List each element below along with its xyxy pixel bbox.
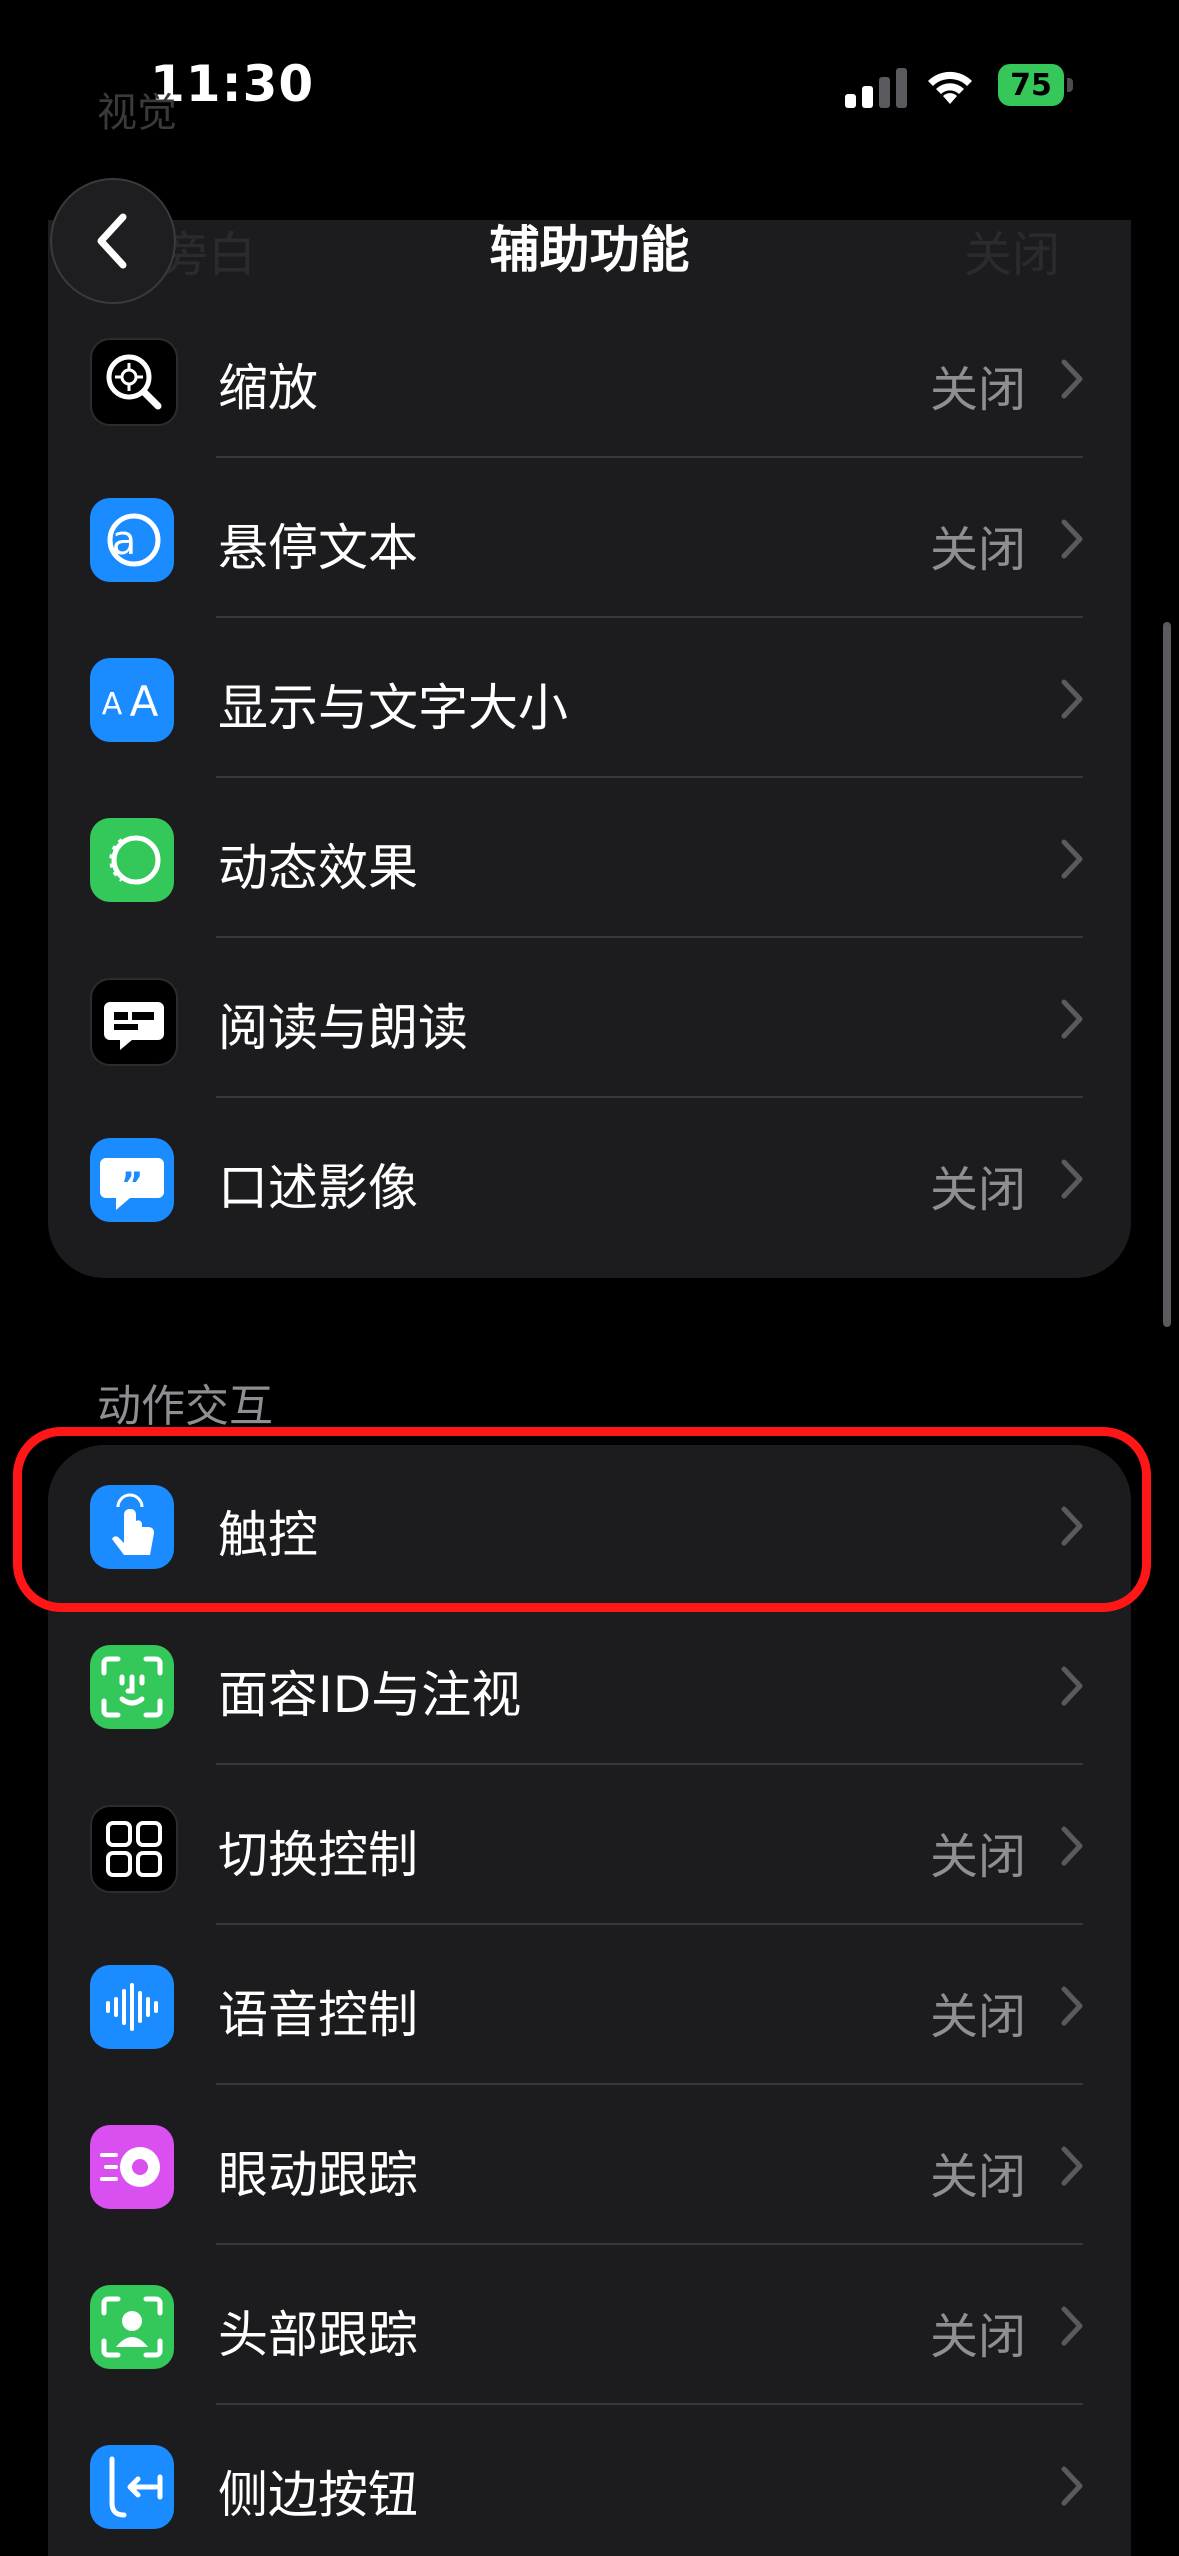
row-label: 悬停文本 bbox=[218, 519, 418, 577]
svg-text:A: A bbox=[130, 677, 159, 726]
row-label: 缩放 bbox=[218, 359, 318, 417]
row-label: 眼动跟踪 bbox=[218, 2146, 418, 2204]
row-label: 面容ID与注视 bbox=[218, 1666, 522, 1724]
head-tracking-icon bbox=[90, 2285, 174, 2369]
scrollbar[interactable] bbox=[1163, 622, 1171, 1327]
row-label: 阅读与朗读 bbox=[218, 999, 468, 1057]
svg-text:A: A bbox=[102, 687, 123, 722]
row-value: 关闭 bbox=[929, 1162, 1026, 1218]
cellular-signal-icon bbox=[845, 68, 907, 108]
row-label: 切换控制 bbox=[218, 1826, 418, 1884]
settings-row-side-button[interactable]: 侧边按钮 bbox=[48, 2405, 1131, 2556]
row-label: 头部跟踪 bbox=[218, 2306, 418, 2364]
chevron-right-icon bbox=[1061, 519, 1083, 559]
interaction-settings-group: 触控 面容ID与注视 切换控制 关闭 语音控制 关闭 眼动跟踪 关闭 头部跟踪 关闭 侧边按钮 bbox=[48, 1445, 1131, 2556]
row-label: 显示与文字大小 bbox=[218, 679, 568, 737]
speech-bubble-icon bbox=[90, 978, 178, 1066]
chevron-right-icon bbox=[1061, 679, 1083, 719]
row-value: 关闭 bbox=[929, 1829, 1026, 1885]
chevron-right-icon bbox=[1061, 1666, 1083, 1706]
settings-row-motion[interactable]: 动态效果 bbox=[48, 778, 1131, 938]
row-value: 关闭 bbox=[929, 1989, 1026, 2045]
chevron-right-icon bbox=[1061, 1986, 1083, 2026]
navigation-bar: 辅助功能 bbox=[0, 170, 1179, 320]
settings-row-speech-bubble[interactable]: 阅读与朗读 bbox=[48, 938, 1131, 1098]
zoom-icon bbox=[90, 338, 178, 426]
text-size-icon: AA bbox=[90, 658, 174, 742]
side-button-icon bbox=[90, 2445, 174, 2529]
settings-row-touch-hand[interactable]: 触控 bbox=[48, 1445, 1131, 1605]
settings-row-face-id[interactable]: 面容ID与注视 bbox=[48, 1605, 1131, 1765]
chevron-right-icon bbox=[1061, 2146, 1083, 2186]
settings-row-hover-text[interactable]: a 悬停文本 关闭 bbox=[48, 458, 1131, 618]
motion-icon bbox=[90, 818, 174, 902]
row-value: 关闭 bbox=[929, 2309, 1026, 2365]
voice-control-icon bbox=[90, 1965, 174, 2049]
row-value: 关闭 bbox=[929, 2149, 1026, 2205]
row-value: 关闭 bbox=[929, 522, 1026, 578]
chevron-right-icon bbox=[1061, 1506, 1083, 1546]
page-title: 辅助功能 bbox=[489, 221, 690, 279]
switch-control-icon bbox=[90, 1805, 178, 1893]
vision-settings-group: 缩放 关闭 a 悬停文本 关闭 A A 显示与文字大小 动态效果 阅读与朗读” 口述影像 关闭 bbox=[48, 220, 1131, 1278]
battery-icon: 75 bbox=[998, 64, 1074, 106]
row-value: 关闭 bbox=[929, 362, 1026, 418]
face-id-icon bbox=[90, 1645, 174, 1729]
svg-text:a: a bbox=[112, 518, 137, 564]
row-label: 触控 bbox=[218, 1506, 318, 1564]
chevron-right-icon bbox=[1061, 359, 1083, 399]
ghost-section-header: 视觉 bbox=[97, 90, 177, 136]
chevron-right-icon bbox=[1061, 2466, 1083, 2506]
section-header-interaction: 动作交互 bbox=[97, 1381, 273, 1432]
row-label: 口述影像 bbox=[218, 1159, 418, 1217]
battery-level: 75 bbox=[998, 64, 1064, 106]
settings-row-audio-description[interactable]: ” 口述影像 关闭 bbox=[48, 1098, 1131, 1258]
settings-row-voice-control[interactable]: 语音控制 关闭 bbox=[48, 1925, 1131, 2085]
hover-text-icon: a bbox=[90, 498, 174, 582]
chevron-right-icon bbox=[1061, 2306, 1083, 2346]
chevron-right-icon bbox=[1061, 999, 1083, 1039]
svg-text:”: ” bbox=[121, 1165, 143, 1205]
audio-description-icon: ” bbox=[90, 1138, 174, 1222]
row-label: 侧边按钮 bbox=[218, 2466, 418, 2524]
chevron-right-icon bbox=[1061, 1159, 1083, 1199]
settings-row-switch-control[interactable]: 切换控制 关闭 bbox=[48, 1765, 1131, 1925]
row-label: 动态效果 bbox=[218, 839, 418, 897]
chevron-right-icon bbox=[1061, 839, 1083, 879]
chevron-right-icon bbox=[1061, 1826, 1083, 1866]
settings-row-zoom[interactable]: 缩放 关闭 bbox=[48, 298, 1131, 458]
row-label: 语音控制 bbox=[218, 1986, 418, 2044]
settings-row-text-size[interactable]: A A 显示与文字大小 bbox=[48, 618, 1131, 778]
settings-row-eye-tracking[interactable]: 眼动跟踪 关闭 bbox=[48, 2085, 1131, 2245]
wifi-icon bbox=[928, 71, 972, 104]
eye-tracking-icon bbox=[90, 2125, 174, 2209]
touch-hand-icon bbox=[90, 1485, 174, 1569]
settings-row-head-tracking[interactable]: 头部跟踪 关闭 bbox=[48, 2245, 1131, 2405]
